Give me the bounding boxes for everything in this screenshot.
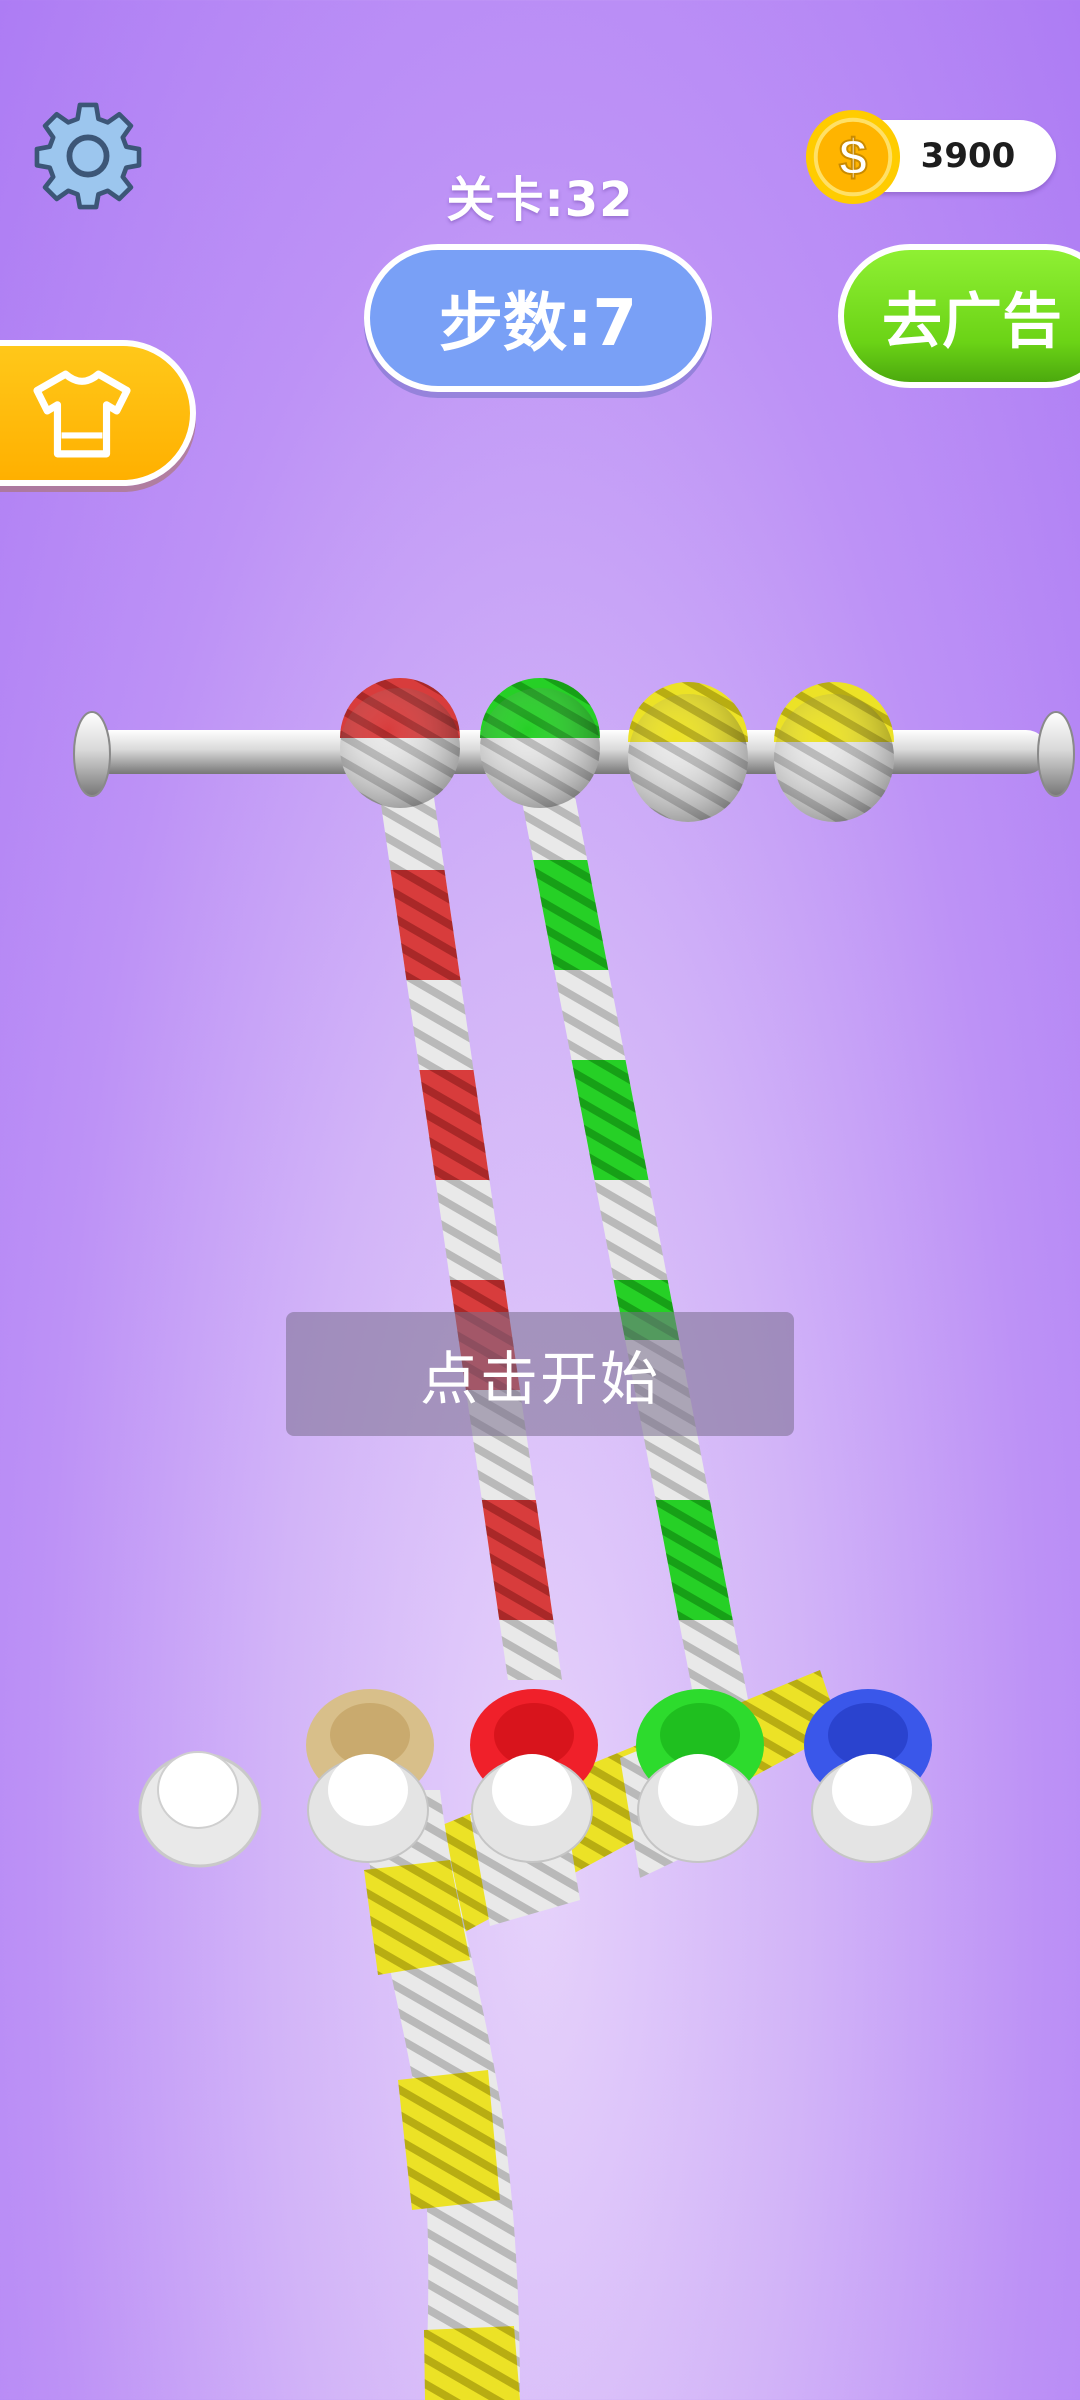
peg-green[interactable] (636, 1689, 764, 1863)
peg-white[interactable] (138, 1751, 262, 1868)
peg-tan[interactable] (306, 1689, 434, 1863)
coin-icon: $ (805, 109, 901, 205)
steps-button[interactable]: 步数:7 (364, 244, 712, 392)
knot-green[interactable] (480, 678, 600, 808)
remove-ads-label: 去广告 (882, 286, 1062, 357)
tap-to-start-label: 点击开始 (419, 1345, 660, 1413)
peg-blue[interactable] (804, 1689, 933, 1863)
coin-symbol: $ (839, 129, 867, 186)
coin-value: 3900 (920, 136, 1016, 176)
knot-yellow-1[interactable] (628, 682, 748, 822)
knot-yellow-2[interactable] (774, 682, 894, 822)
tshirt-icon (33, 370, 131, 458)
remove-ads-button[interactable]: 去广告 (838, 244, 1080, 388)
knot-red[interactable] (340, 678, 460, 808)
tap-to-start-overlay[interactable]: 点击开始 (286, 1312, 794, 1436)
peg-red[interactable] (470, 1689, 598, 1863)
steps-label: 步数:7 (438, 287, 638, 361)
